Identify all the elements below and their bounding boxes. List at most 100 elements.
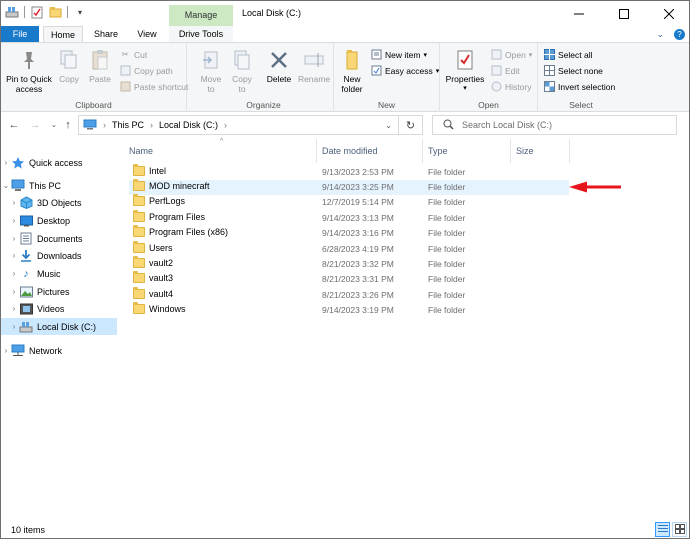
file-row[interactable]: PerfLogs 12/7/2019 5:14 PM File folder xyxy=(129,194,569,210)
address-dropdown-icon[interactable]: ⌄ xyxy=(385,121,392,130)
address-bar[interactable]: › This PC › Local Disk (C:) › ⌄ xyxy=(78,115,399,135)
expand-chevron-icon[interactable]: › xyxy=(1,346,11,355)
select-none-button[interactable]: Select none xyxy=(543,63,603,78)
expand-chevron-icon[interactable]: › xyxy=(9,322,19,331)
nav-network[interactable]: › Network xyxy=(1,342,117,359)
breadcrumb-this-pc[interactable]: This PC xyxy=(112,120,144,130)
search-box[interactable]: Search Local Disk (C:) xyxy=(432,115,677,135)
window-title: Local Disk (C:) xyxy=(242,8,302,18)
copy-to-button[interactable]: Copy to xyxy=(229,48,255,94)
tab-home[interactable]: Home xyxy=(43,26,83,43)
history-button[interactable]: History xyxy=(490,79,531,94)
open-button[interactable]: Open ▾ xyxy=(490,47,532,62)
red-arrow-icon xyxy=(569,181,621,193)
new-folder-qat-icon[interactable] xyxy=(48,5,62,19)
recent-locations-button[interactable]: ⌄ xyxy=(47,118,61,132)
expand-chevron-icon[interactable]: › xyxy=(1,158,11,167)
copy-button[interactable]: Copy xyxy=(56,48,82,84)
paste-shortcut-button[interactable]: Paste shortcut xyxy=(119,79,188,94)
file-list: ^ Name Date modified Type Size Intel 9/1… xyxy=(125,138,689,519)
expand-chevron-icon[interactable]: › xyxy=(9,304,19,313)
edit-button[interactable]: Edit xyxy=(490,63,520,78)
forward-button[interactable]: → xyxy=(28,118,42,132)
nav-videos[interactable]: › Videos xyxy=(1,300,117,317)
up-button[interactable]: ↑ xyxy=(61,118,75,132)
drive-icon[interactable] xyxy=(5,5,19,19)
expand-chevron-icon[interactable]: › xyxy=(9,234,19,243)
copy-path-button[interactable]: Copy path xyxy=(119,63,173,78)
column-header-size[interactable]: Size xyxy=(512,139,570,163)
rename-button[interactable]: Rename xyxy=(298,48,330,84)
expand-chevron-icon[interactable]: › xyxy=(9,198,19,207)
column-header-type[interactable]: Type xyxy=(424,139,511,163)
help-icon[interactable]: ? xyxy=(674,29,685,40)
navigation-pane: › Quick access ⌄ This PC › 3D Objects › xyxy=(1,139,119,519)
nav-downloads[interactable]: › Downloads xyxy=(1,247,117,264)
folder-icon xyxy=(133,241,145,253)
new-item-button[interactable]: New item ▾ xyxy=(370,47,427,62)
cut-button[interactable]: ✂ Cut xyxy=(119,47,147,62)
folder-icon xyxy=(133,164,145,176)
this-pc-address-icon xyxy=(83,119,97,132)
refresh-button[interactable]: ↻ xyxy=(399,115,423,135)
nav-desktop[interactable]: › Desktop xyxy=(1,212,117,229)
expand-chevron-icon[interactable]: › xyxy=(9,251,19,260)
nav-pictures[interactable]: › Pictures xyxy=(1,283,117,300)
expand-chevron-icon[interactable]: › xyxy=(9,287,19,296)
nav-quick-access[interactable]: › Quick access xyxy=(1,154,117,171)
file-type: File folder xyxy=(428,290,466,300)
file-row[interactable]: Intel 9/13/2023 2:53 PM File folder xyxy=(129,164,569,180)
history-icon xyxy=(490,81,502,93)
file-row[interactable]: Users 6/28/2023 4:19 PM File folder xyxy=(129,241,569,257)
file-row[interactable]: vault3 8/21/2023 3:31 PM File folder xyxy=(129,271,569,287)
details-view-button[interactable] xyxy=(655,522,670,537)
nav-music[interactable]: › ♪ Music xyxy=(1,265,117,282)
column-header-name[interactable]: Name xyxy=(125,139,317,163)
delete-button[interactable]: Delete xyxy=(264,48,294,84)
nav-3d-objects[interactable]: › 3D Objects xyxy=(1,194,117,211)
nav-this-pc[interactable]: ⌄ This PC xyxy=(1,177,117,194)
file-row[interactable]: MOD minecraft 9/14/2023 3:25 PM File fol… xyxy=(129,179,569,195)
tab-view[interactable]: View xyxy=(133,26,161,42)
search-icon xyxy=(443,119,454,132)
file-date: 9/14/2023 3:16 PM xyxy=(322,228,394,238)
move-to-label: Move xyxy=(200,74,222,84)
file-type: File folder xyxy=(428,182,466,192)
breadcrumb-local-disk[interactable]: Local Disk (C:) xyxy=(159,120,218,130)
close-button[interactable] xyxy=(646,1,689,26)
easy-access-button[interactable]: Easy access ▾ xyxy=(370,63,439,78)
paste-button[interactable]: Paste xyxy=(86,48,114,84)
collapse-chevron-icon[interactable]: ⌄ xyxy=(1,181,11,190)
expand-chevron-icon[interactable]: › xyxy=(9,269,19,278)
folder-icon xyxy=(133,256,145,268)
expand-chevron-icon[interactable]: › xyxy=(9,216,19,225)
select-all-button[interactable]: Select all xyxy=(543,47,593,62)
pin-to-quick-access-button[interactable]: Pin to Quick access xyxy=(5,48,53,94)
column-header-date-modified[interactable]: Date modified xyxy=(318,139,423,163)
file-row[interactable]: Program Files (x86) 9/14/2023 3:16 PM Fi… xyxy=(129,225,569,241)
customize-qat-icon[interactable]: ▾ xyxy=(73,5,87,19)
properties-button[interactable]: Properties ▾ xyxy=(444,48,486,94)
large-icons-view-button[interactable] xyxy=(672,522,687,537)
file-row[interactable]: vault4 8/21/2023 3:26 PM File folder xyxy=(129,287,569,303)
clipboard-group-label: Clipboard xyxy=(75,100,112,110)
nav-local-disk[interactable]: › Local Disk (C:) xyxy=(1,318,117,335)
file-row[interactable]: Windows 9/14/2023 3:19 PM File folder xyxy=(129,302,569,318)
minimize-button[interactable] xyxy=(556,1,601,26)
collapse-ribbon-icon[interactable]: ⌄ xyxy=(656,29,664,40)
new-folder-button[interactable]: New folder xyxy=(338,48,366,94)
maximize-button[interactable] xyxy=(601,1,646,26)
move-to-button[interactable]: Move to xyxy=(198,48,224,94)
invert-selection-button[interactable]: Invert selection xyxy=(543,79,615,94)
nav-documents[interactable]: › Documents xyxy=(1,230,117,247)
tab-drive-tools[interactable]: Drive Tools xyxy=(169,26,233,42)
copy-to-label-line2: to xyxy=(238,84,246,94)
file-date: 8/21/2023 3:26 PM xyxy=(322,290,394,300)
file-row[interactable]: Program Files 9/14/2023 3:13 PM File fol… xyxy=(129,210,569,226)
details-view-icon xyxy=(657,524,668,535)
properties-check-icon[interactable] xyxy=(30,5,44,19)
file-row[interactable]: vault2 8/21/2023 3:32 PM File folder xyxy=(129,256,569,272)
tab-file[interactable]: File xyxy=(1,26,39,42)
back-button[interactable]: ← xyxy=(7,118,21,132)
tab-share[interactable]: Share xyxy=(89,26,123,42)
